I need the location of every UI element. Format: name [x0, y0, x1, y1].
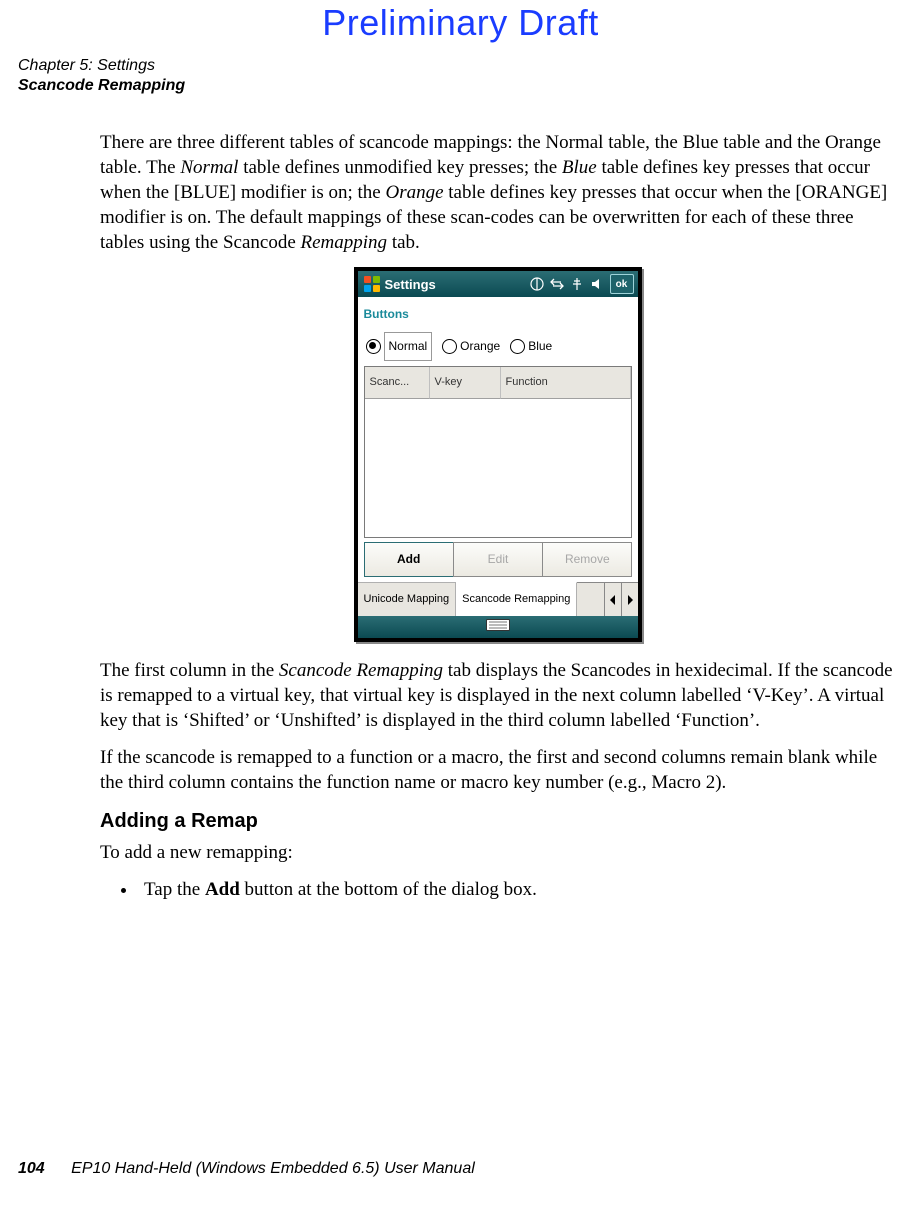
category-label: Buttons — [358, 297, 638, 329]
tab-scancode-remapping[interactable]: Scancode Remapping — [456, 582, 577, 616]
radio-dot-icon — [510, 339, 525, 354]
window-title: Settings — [385, 272, 436, 297]
radio-orange-label: Orange — [460, 334, 500, 359]
signal-icon[interactable] — [570, 277, 584, 291]
ok-button[interactable]: ok — [610, 274, 634, 294]
emphasis-orange: Orange — [385, 182, 443, 203]
body-content: There are three different tables of scan… — [100, 130, 895, 908]
page-number: 104 — [18, 1160, 45, 1177]
emphasis-scancode-remapping: Scancode Remapping — [279, 660, 443, 681]
tab-scroll-right[interactable] — [621, 583, 638, 616]
tab-unicode-mapping[interactable]: Unicode Mapping — [358, 582, 457, 616]
text: tab. — [387, 232, 420, 253]
paragraph-4: To add a new remapping: — [100, 840, 895, 865]
page-footer: 104 EP10 Hand-Held (Windows Embedded 6.5… — [18, 1160, 475, 1178]
watermark-text: Preliminary Draft — [0, 2, 921, 44]
tab-nav — [604, 583, 638, 616]
start-icon[interactable] — [363, 275, 381, 293]
radio-blue-label: Blue — [528, 334, 552, 359]
add-button[interactable]: Add — [364, 542, 454, 577]
radio-normal-label: Normal — [384, 332, 433, 361]
radio-orange[interactable]: Orange — [442, 334, 500, 359]
radio-dot-icon — [442, 339, 457, 354]
keyboard-icon[interactable] — [486, 615, 510, 640]
paragraph-3: If the scancode is remapped to a functio… — [100, 745, 895, 795]
radio-group: Normal Orange Blue — [358, 329, 638, 365]
remove-button: Remove — [542, 542, 632, 577]
col-vkey[interactable]: V-key — [430, 367, 501, 399]
text: Tap the — [144, 879, 205, 900]
text: table defines unmodified key presses; th… — [238, 157, 561, 178]
section-label: Scancode Remapping — [18, 76, 185, 96]
softkey-bar — [358, 616, 638, 638]
col-scancode[interactable]: Scanc... — [365, 367, 430, 399]
radio-blue[interactable]: Blue — [510, 334, 552, 359]
mapping-table[interactable]: Scanc... V-key Function — [364, 366, 632, 538]
paragraph-2: The first column in the Scancode Remappi… — [100, 658, 895, 733]
sync-icon[interactable] — [550, 277, 564, 291]
volume-icon[interactable] — [590, 277, 604, 291]
radio-dot-icon — [366, 339, 381, 354]
subheading-adding-remap: Adding a Remap — [100, 809, 895, 834]
tab-strip: Unicode Mapping Scancode Remapping — [358, 582, 638, 616]
list-item: Tap the Add button at the bottom of the … — [138, 877, 895, 902]
paragraph-1: There are three different tables of scan… — [100, 130, 895, 255]
bullet-list: Tap the Add button at the bottom of the … — [100, 877, 895, 902]
connectivity-icon[interactable] — [530, 277, 544, 291]
radio-normal[interactable]: Normal — [366, 332, 433, 361]
emphasis-blue: Blue — [562, 157, 597, 178]
tab-scroll-left[interactable] — [604, 583, 621, 616]
emphasis-remapping: Remapping — [301, 232, 388, 253]
bold-add: Add — [205, 879, 240, 900]
text: button at the bottom of the dialog box. — [240, 879, 537, 900]
chapter-label: Chapter 5: Settings — [18, 56, 185, 76]
emphasis-normal: Normal — [180, 157, 238, 178]
col-function[interactable]: Function — [501, 367, 631, 399]
button-row: Add Edit Remove — [364, 542, 632, 577]
edit-button: Edit — [453, 542, 543, 577]
page-header: Chapter 5: Settings Scancode Remapping — [18, 56, 185, 96]
text: The first column in the — [100, 660, 279, 681]
footer-title: EP10 Hand-Held (Windows Embedded 6.5) Us… — [71, 1160, 475, 1177]
table-header-row: Scanc... V-key Function — [365, 367, 631, 399]
device-screenshot: Settings ok Buttons — [354, 267, 642, 642]
titlebar: Settings ok — [358, 271, 638, 297]
